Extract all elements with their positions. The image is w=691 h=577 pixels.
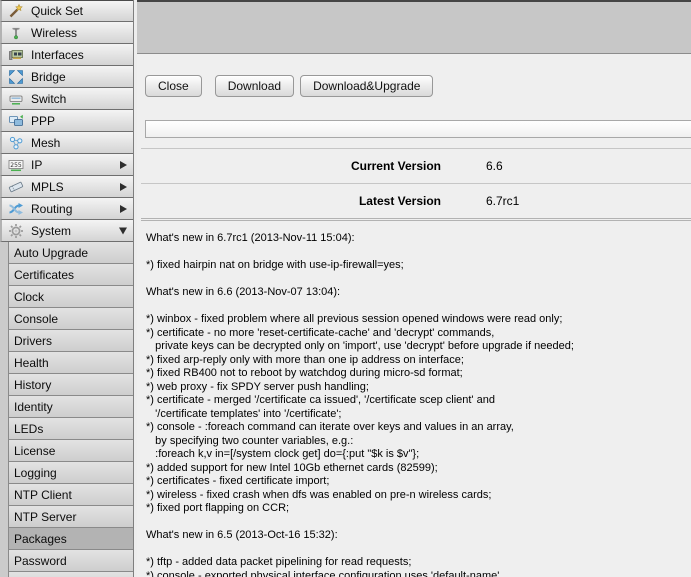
routing-icon: [7, 201, 25, 217]
svg-text:255: 255: [10, 161, 22, 168]
sidebar-item-ppp[interactable]: PPP: [0, 110, 133, 132]
main-panel: Close Download Download&Upgrade Current Ve…: [137, 0, 691, 577]
sidebar-subitem-identity[interactable]: Identity: [8, 396, 133, 418]
sidebar-subitem-leds[interactable]: LEDs: [8, 418, 133, 440]
sidebar-item-bridge[interactable]: Bridge: [0, 66, 133, 88]
ip-icon: 255: [7, 157, 25, 173]
sidebar-subitem-license[interactable]: License: [8, 440, 133, 462]
sidebar-subitem-ntp-server[interactable]: NTP Server: [8, 506, 133, 528]
mesh-icon: [7, 135, 25, 151]
sidebar-subitem-partial: [8, 572, 133, 577]
chevron-right-icon: [120, 205, 127, 213]
chevron-down-icon: [119, 227, 127, 234]
version-row-label: Latest Version: [141, 194, 441, 208]
sidebar-item-quick-set[interactable]: Quick Set: [0, 0, 133, 22]
download-button[interactable]: Download: [215, 75, 294, 97]
sidebar-subitem-password[interactable]: Password: [8, 550, 133, 572]
sidebar-item-mpls[interactable]: MPLS: [0, 176, 133, 198]
system-icon: [7, 223, 25, 239]
ppp-icon: [7, 113, 25, 129]
download-status-bar: [145, 120, 691, 138]
sidebar-item-wireless[interactable]: Wireless: [0, 22, 133, 44]
sidebar-item-label: Routing: [31, 202, 72, 216]
sidebar-subitem-health[interactable]: Health: [8, 352, 133, 374]
version-row-current-version: Current Version 6.6: [141, 149, 691, 184]
mpls-icon: [7, 179, 25, 195]
sidebar-subitem-clock[interactable]: Clock: [8, 286, 133, 308]
sidebar-item-system[interactable]: System: [0, 220, 133, 242]
sidebar-item-interfaces[interactable]: Interfaces: [0, 44, 133, 66]
chevron-right-icon: [120, 161, 127, 169]
sidebar-item-label: Quick Set: [31, 4, 83, 18]
sidebar-item-ip[interactable]: 255 IP: [0, 154, 133, 176]
switch-icon: [7, 91, 25, 107]
sidebar-item-switch[interactable]: Switch: [0, 88, 133, 110]
sidebar-subitem-drivers[interactable]: Drivers: [8, 330, 133, 352]
chevron-right-icon: [120, 183, 127, 191]
winbox-window: Quick Set Wireless Interfaces Bridge Switch P…: [0, 0, 691, 577]
sidebar-subitem-certificates[interactable]: Certificates: [8, 264, 133, 286]
sidebar-item-routing[interactable]: Routing: [0, 198, 133, 220]
version-row-value: 6.6: [486, 159, 503, 173]
bridge-icon: [7, 69, 25, 85]
version-table: Current Version 6.6 Latest Version 6.7rc1: [141, 148, 691, 221]
sidebar-item-label: PPP: [31, 114, 55, 128]
wireless-icon: [7, 25, 25, 41]
sidebar-item-label: IP: [31, 158, 42, 172]
sidebar: Quick Set Wireless Interfaces Bridge Switch P…: [0, 0, 137, 577]
version-row-latest-version: Latest Version 6.7rc1: [141, 184, 691, 219]
sidebar-item-label: Wireless: [31, 26, 77, 40]
sidebar-subitem-history[interactable]: History: [8, 374, 133, 396]
close-button[interactable]: Close: [145, 75, 202, 97]
download-upgrade-button[interactable]: Download&Upgrade: [300, 75, 433, 97]
changelog-text: What's new in 6.7rc1 (2013-Nov-11 15:04)…: [146, 232, 691, 577]
sidebar-subitem-packages[interactable]: Packages: [8, 528, 133, 550]
sidebar-subitem-ntp-client[interactable]: NTP Client: [8, 484, 133, 506]
sidebar-item-label: Interfaces: [31, 48, 84, 62]
toolbar: Close Download Download&Upgrade: [145, 75, 433, 97]
sidebar-subitem-logging[interactable]: Logging: [8, 462, 133, 484]
sidebar-subitem-auto-upgrade[interactable]: Auto Upgrade: [8, 242, 133, 264]
sidebar-item-label: System: [31, 224, 71, 238]
interfaces-icon: [7, 47, 25, 63]
sidebar-menu: Quick Set Wireless Interfaces Bridge Switch P…: [0, 0, 134, 577]
version-row-value: 6.7rc1: [486, 194, 519, 208]
sidebar-item-label: Switch: [31, 92, 66, 106]
sidebar-item-label: Bridge: [31, 70, 66, 84]
sidebar-item-label: MPLS: [31, 180, 64, 194]
quick-set-icon: [7, 3, 25, 19]
window-header: [137, 2, 691, 54]
sidebar-item-label: Mesh: [31, 136, 60, 150]
sidebar-subitem-console[interactable]: Console: [8, 308, 133, 330]
sidebar-item-mesh[interactable]: Mesh: [0, 132, 133, 154]
version-row-label: Current Version: [141, 159, 441, 173]
